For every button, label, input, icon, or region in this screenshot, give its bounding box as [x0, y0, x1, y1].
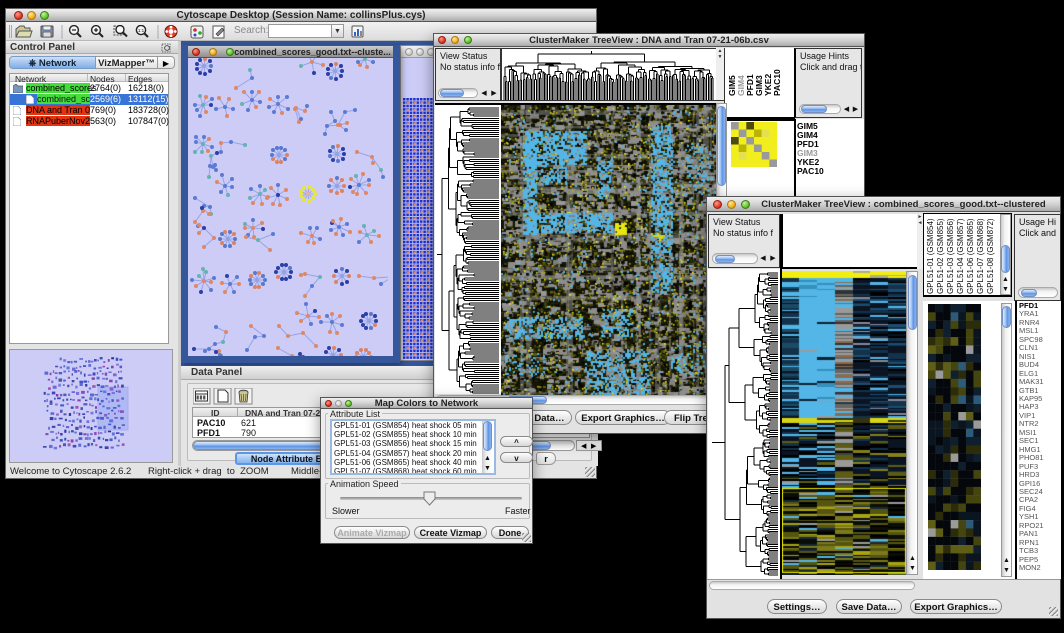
- svg-text:GPL51-06 (GSM865): GPL51-06 (GSM865): [966, 218, 975, 294]
- svg-text:GPL51-01 (GSM854): GPL51-01 (GSM854): [926, 218, 935, 294]
- svg-text:GPL51-07 (GSM868): GPL51-07 (GSM868): [976, 218, 985, 294]
- svg-text:GPL51-08 (GSM872): GPL51-08 (GSM872): [986, 218, 995, 294]
- svg-text:PAC10: PAC10: [772, 69, 782, 96]
- svg-text:GPL51-03 (GSM856): GPL51-03 (GSM856): [946, 218, 955, 294]
- svg-text:GPL51-02 (GSM855): GPL51-02 (GSM855): [936, 218, 945, 294]
- svg-text:1:1: 1:1: [138, 28, 145, 33]
- svg-text:GPL51-04 (GSM857): GPL51-04 (GSM857): [956, 218, 965, 294]
